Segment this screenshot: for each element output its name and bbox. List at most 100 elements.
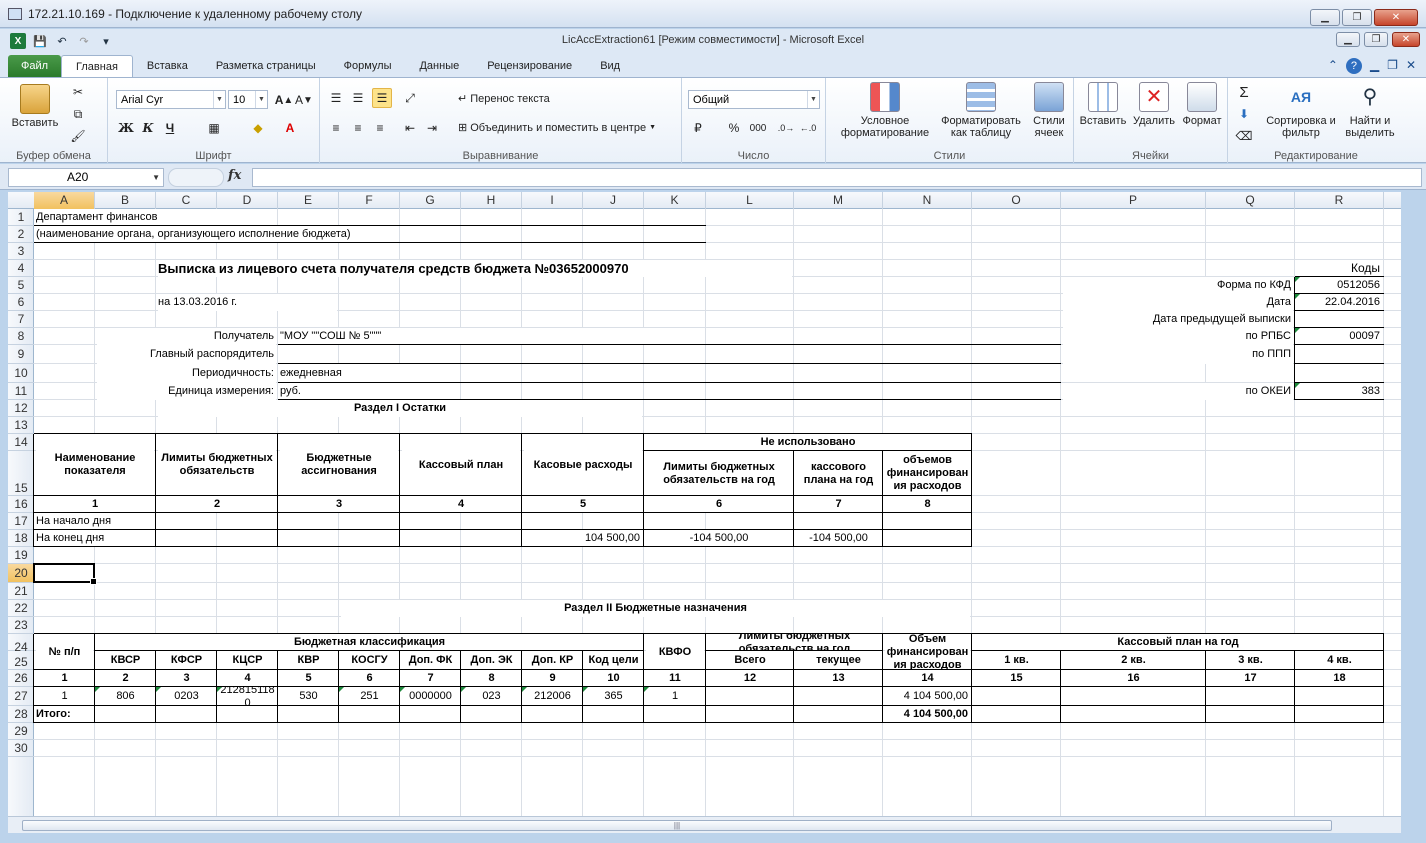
find-select-button[interactable]: ⚲ Найти и выделить	[1338, 82, 1402, 139]
column-header-R[interactable]: R	[1295, 192, 1384, 209]
column-header-F[interactable]: F	[339, 192, 400, 209]
column-header-D[interactable]: D	[217, 192, 278, 209]
italic-button[interactable]: К	[138, 118, 158, 138]
cut-icon[interactable]: ✂	[68, 82, 88, 102]
increase-decimal-icon[interactable]: .0→	[776, 118, 796, 138]
row-header-3[interactable]: 3	[8, 243, 34, 260]
row-header-11[interactable]: 11	[8, 383, 34, 400]
shrink-font-icon[interactable]: A ▼	[294, 90, 314, 110]
column-header-G[interactable]: G	[400, 192, 461, 209]
format-cells-button[interactable]: Формат	[1178, 82, 1226, 127]
close-icon[interactable]: ✕	[1374, 9, 1418, 26]
align-left-icon[interactable]: ≡	[326, 118, 346, 138]
window-restore-icon[interactable]: ❐	[1387, 58, 1398, 74]
tab-page-layout[interactable]: Разметка страницы	[202, 55, 330, 77]
row-header-28[interactable]: 28	[8, 706, 34, 723]
horizontal-scrollbar[interactable]: |||	[8, 816, 1401, 833]
column-header-L[interactable]: L	[706, 192, 794, 209]
selected-cell[interactable]	[33, 563, 97, 585]
borders-icon[interactable]: ▦	[204, 118, 224, 138]
row-header-7[interactable]: 7	[8, 311, 34, 328]
format-as-table-button[interactable]: Форматировать как таблицу	[936, 82, 1026, 139]
clear-icon[interactable]: ⌫	[1234, 126, 1254, 146]
tab-home[interactable]: Главная	[61, 55, 133, 77]
align-bottom-icon[interactable]: ☰	[372, 88, 392, 108]
row-header-5[interactable]: 5	[8, 277, 34, 294]
row-header-20[interactable]: 20	[8, 564, 34, 583]
paste-button[interactable]: Вставить	[10, 84, 60, 129]
column-header-K[interactable]: K	[644, 192, 706, 209]
column-header-A[interactable]: A	[34, 192, 95, 209]
column-header-H[interactable]: H	[461, 192, 522, 209]
row-header-29[interactable]: 29	[8, 723, 34, 740]
scrollbar-thumb[interactable]: |||	[22, 820, 1332, 831]
percent-button[interactable]: %	[724, 118, 744, 138]
column-header-Q[interactable]: Q	[1206, 192, 1295, 209]
font-name-combo[interactable]: Arial Cyr ▼	[116, 90, 226, 109]
redo-icon[interactable]: ↷	[76, 33, 92, 49]
undo-icon[interactable]: ↶	[54, 33, 70, 49]
align-center-icon[interactable]: ≡	[348, 118, 368, 138]
sort-filter-button[interactable]: АЯ Сортировка и фильтр	[1264, 82, 1338, 139]
row-header-21[interactable]: 21	[8, 583, 34, 600]
orientation-icon[interactable]: ⤢	[400, 88, 420, 108]
customize-qat-icon[interactable]: ▾	[98, 33, 114, 49]
font-size-combo[interactable]: 10 ▼	[228, 90, 268, 109]
insert-function-icon[interactable]: fx	[228, 168, 250, 187]
excel-minimize-icon[interactable]: ▁	[1336, 32, 1360, 47]
conditional-format-button[interactable]: Условное форматирование	[830, 82, 940, 139]
tab-file[interactable]: Файл	[8, 55, 62, 77]
tab-formulas[interactable]: Формулы	[330, 55, 406, 77]
currency-icon[interactable]: ₽	[688, 118, 708, 138]
window-minimize-icon[interactable]: ▁	[1370, 58, 1379, 74]
name-box[interactable]: A20 ▼	[8, 168, 164, 187]
cell-styles-button[interactable]: Стили ячеек	[1026, 82, 1072, 139]
copy-icon[interactable]: ⧉	[68, 104, 88, 124]
worksheet[interactable]: ABCDEFGHIJKLMNOPQR 1 2 3 4 5 6 7 8 9 10 11 12 13 14 15…	[8, 192, 1401, 816]
column-header-B[interactable]: B	[95, 192, 156, 209]
decrease-decimal-icon[interactable]: ←.0	[798, 118, 818, 138]
row-header-6[interactable]: 6	[8, 294, 34, 311]
bold-button[interactable]: Ж	[116, 118, 136, 138]
align-middle-icon[interactable]: ☰	[348, 88, 368, 108]
column-header-J[interactable]: J	[583, 192, 644, 209]
cell-grid[interactable]: Департамент финансов (наименование органа…	[33, 209, 1401, 816]
format-painter-icon[interactable]: 🖌	[68, 126, 88, 146]
tab-insert[interactable]: Вставка	[133, 55, 202, 77]
row-header-15[interactable]: 15	[8, 451, 34, 496]
wrap-text-button[interactable]: ↵ Перенос текста	[458, 92, 550, 106]
row-header-8[interactable]: 8	[8, 328, 34, 345]
save-icon[interactable]: 💾	[32, 33, 48, 49]
column-header-P[interactable]: P	[1061, 192, 1206, 209]
row-header-10[interactable]: 10	[8, 364, 34, 383]
collapse-ribbon-icon[interactable]: ⌃	[1328, 58, 1338, 74]
row-header-22[interactable]: 22	[8, 600, 34, 617]
row-header-17[interactable]: 17	[8, 513, 34, 530]
thousands-button[interactable]: 000	[746, 118, 770, 138]
column-header-I[interactable]: I	[522, 192, 583, 209]
help-icon[interactable]: ?	[1345, 58, 1362, 74]
row-header-2[interactable]: 2	[8, 226, 34, 243]
column-header-M[interactable]: M	[794, 192, 883, 209]
row-header-18[interactable]: 18	[8, 530, 34, 547]
merge-center-button[interactable]: ⊞ Объединить и поместить в центре ▼	[458, 121, 656, 135]
grow-font-icon[interactable]: A ▲	[274, 90, 294, 110]
fill-color-icon[interactable]: ◆	[248, 118, 268, 138]
row-header-30[interactable]: 30	[8, 740, 34, 757]
row-header-19[interactable]: 19	[8, 547, 34, 564]
column-header-O[interactable]: O	[972, 192, 1061, 209]
row-header-12[interactable]: 12	[8, 400, 34, 417]
minimize-icon[interactable]: ▁	[1310, 9, 1340, 26]
row-header-25[interactable]: 25	[8, 651, 34, 670]
underline-button[interactable]: Ч	[160, 118, 180, 138]
column-header-E[interactable]: E	[278, 192, 339, 209]
number-format-combo[interactable]: Общий ▼	[688, 90, 820, 109]
font-color-icon[interactable]: A	[280, 118, 300, 138]
delete-cells-button[interactable]: ✕ Удалить	[1130, 82, 1178, 127]
row-header-4[interactable]: 4	[8, 260, 34, 277]
row-header-23[interactable]: 23	[8, 617, 34, 634]
fill-icon[interactable]: ⬇	[1234, 104, 1254, 124]
column-header-N[interactable]: N	[883, 192, 972, 209]
tab-data[interactable]: Данные	[405, 55, 473, 77]
tab-view[interactable]: Вид	[586, 55, 634, 77]
